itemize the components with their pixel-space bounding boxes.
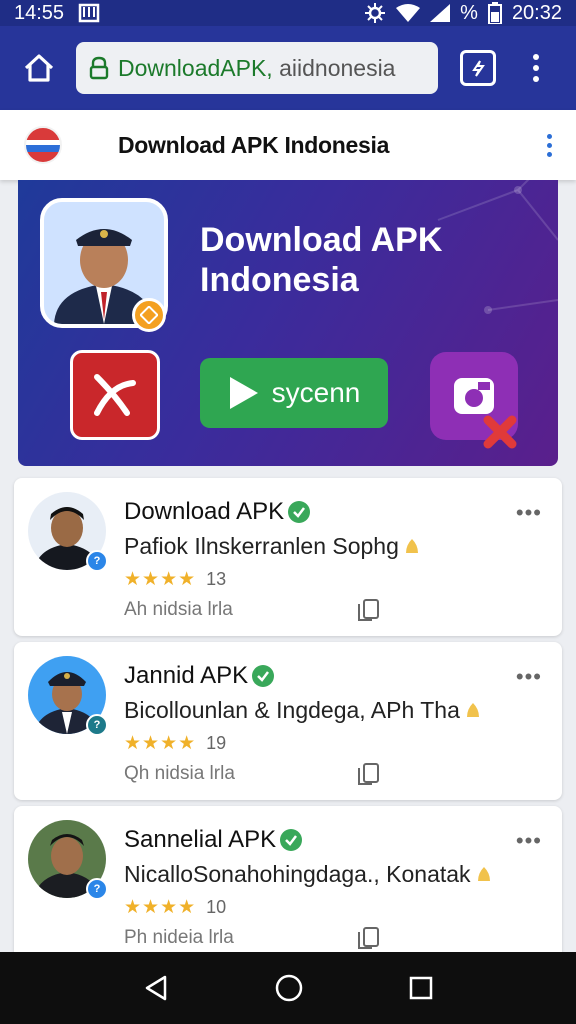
pdf-app-icon[interactable]	[70, 350, 160, 440]
tab-switcher-icon	[472, 60, 485, 77]
back-icon[interactable]	[143, 974, 169, 1002]
app-list: ? Download APK Pafiok Ilnskerranlen Soph…	[14, 478, 562, 970]
home-button[interactable]	[14, 43, 64, 93]
lock-icon	[89, 56, 109, 80]
app-name[interactable]: Sannelial APK	[124, 826, 303, 854]
more-options-icon[interactable]: •••	[516, 500, 542, 526]
app-subtitle: Ph nideia lrla	[124, 927, 234, 948]
site-logo[interactable]	[24, 126, 62, 164]
status-bar: 14:55 % 20:32	[0, 0, 576, 26]
status-time-right: 20:32	[511, 1, 562, 24]
gallery-notification-icon	[78, 3, 100, 23]
star-rating: ★★★★ 19	[124, 732, 226, 755]
browser-menu-button[interactable]	[530, 54, 542, 82]
app-name-text: Download APK	[124, 498, 285, 525]
rating-count: 10	[206, 897, 227, 917]
stars-glyphs: ★★★★	[124, 733, 197, 754]
tab-switcher-button[interactable]	[460, 50, 496, 86]
recents-icon[interactable]	[409, 976, 433, 1000]
site-title: Download APK Indonesia	[118, 131, 390, 158]
stars-glyphs: ★★★★	[124, 897, 197, 918]
bell-icon	[405, 538, 418, 553]
site-menu-button[interactable]	[547, 133, 552, 157]
browser-toolbar: DownloadAPK, aiidnonesia	[0, 26, 576, 110]
url-domain: DownloadAPK,	[118, 54, 280, 81]
more-vert-icon	[533, 54, 539, 60]
play-icon	[229, 377, 258, 409]
package-badge-icon	[132, 298, 166, 332]
home-icon	[24, 54, 54, 82]
app-description-text: Pafiok Ilnskerranlen Sophg	[124, 533, 399, 559]
app-description: NicalloSonahohingdaga., Konatak	[124, 861, 493, 888]
app-description-text: NicalloSonahohingdaga., Konatak	[124, 861, 471, 887]
verified-badge-icon: ?	[86, 878, 108, 900]
verified-check-icon	[288, 501, 311, 523]
app-name-text: Sannelial APK	[124, 826, 277, 853]
star-rating: ★★★★ 13	[124, 568, 226, 591]
verified-badge-icon: ?	[86, 714, 108, 736]
stars-glyphs: ★★★★	[124, 569, 197, 590]
app-name-text: Jannid APK	[124, 662, 249, 689]
list-item[interactable]: ? Sannelial APK NicalloSonahohingdaga., …	[14, 806, 562, 964]
app-name[interactable]: Jannid APK	[124, 662, 275, 690]
app-name[interactable]: Download APK	[124, 498, 311, 526]
verified-check-icon	[252, 665, 275, 687]
rating-count: 13	[206, 569, 227, 589]
verified-badge-icon: ?	[86, 550, 108, 572]
menu-dot	[533, 76, 539, 82]
banner-title: Download APK Indonesia	[200, 221, 443, 299]
play-button-label: sycenn	[271, 377, 361, 408]
status-time-left: 14:55	[14, 1, 65, 24]
menu-dot	[547, 142, 552, 148]
system-nav-bar	[0, 952, 576, 1024]
close-red-icon	[483, 415, 517, 449]
app-description: Pafiok Ilnskerranlen Sophg	[124, 533, 421, 560]
site-header: Download APK Indonesia	[0, 110, 576, 180]
url-path: aiidnonesia	[279, 54, 396, 81]
menu-dot	[533, 65, 539, 71]
more-options-icon[interactable]: •••	[516, 828, 542, 854]
wifi-icon	[396, 4, 421, 22]
verified-check-icon	[280, 829, 303, 851]
more-options-icon[interactable]: •••	[516, 664, 542, 690]
url-field[interactable]: DownloadAPK, aiidnonesia	[76, 42, 438, 94]
app-subtitle: Ah nidsia lrla	[124, 599, 233, 620]
url-text: DownloadAPK, aiidnonesia	[118, 55, 395, 82]
star-rating: ★★★★ 10	[124, 896, 226, 919]
copy-icon[interactable]	[356, 762, 380, 786]
battery-percent-label: %	[460, 1, 478, 24]
home-circle-icon[interactable]	[274, 973, 304, 1003]
rating-count: 19	[206, 733, 227, 753]
signal-icon	[430, 4, 451, 22]
list-item[interactable]: ? Jannid APK Bicollounlan & Ingdega, APh…	[14, 642, 562, 800]
play-button[interactable]: sycenn	[200, 358, 388, 428]
more-vert-icon	[547, 133, 552, 139]
app-description-text: Bicollounlan & Ingdega, APh Tha	[124, 697, 460, 723]
bell-icon	[466, 702, 479, 717]
settings-gear-icon	[364, 2, 386, 24]
bell-icon	[477, 866, 490, 881]
hero-banner[interactable]: Download APK Indonesia sycenn	[18, 180, 558, 466]
copy-icon[interactable]	[356, 926, 380, 950]
app-description: Bicollounlan & Ingdega, APh Tha	[124, 697, 482, 724]
app-subtitle: Qh nidsia lrla	[124, 763, 235, 784]
menu-dot	[547, 151, 552, 157]
battery-icon	[487, 2, 502, 24]
list-item[interactable]: ? Download APK Pafiok Ilnskerranlen Soph…	[14, 478, 562, 636]
copy-icon[interactable]	[356, 598, 380, 622]
